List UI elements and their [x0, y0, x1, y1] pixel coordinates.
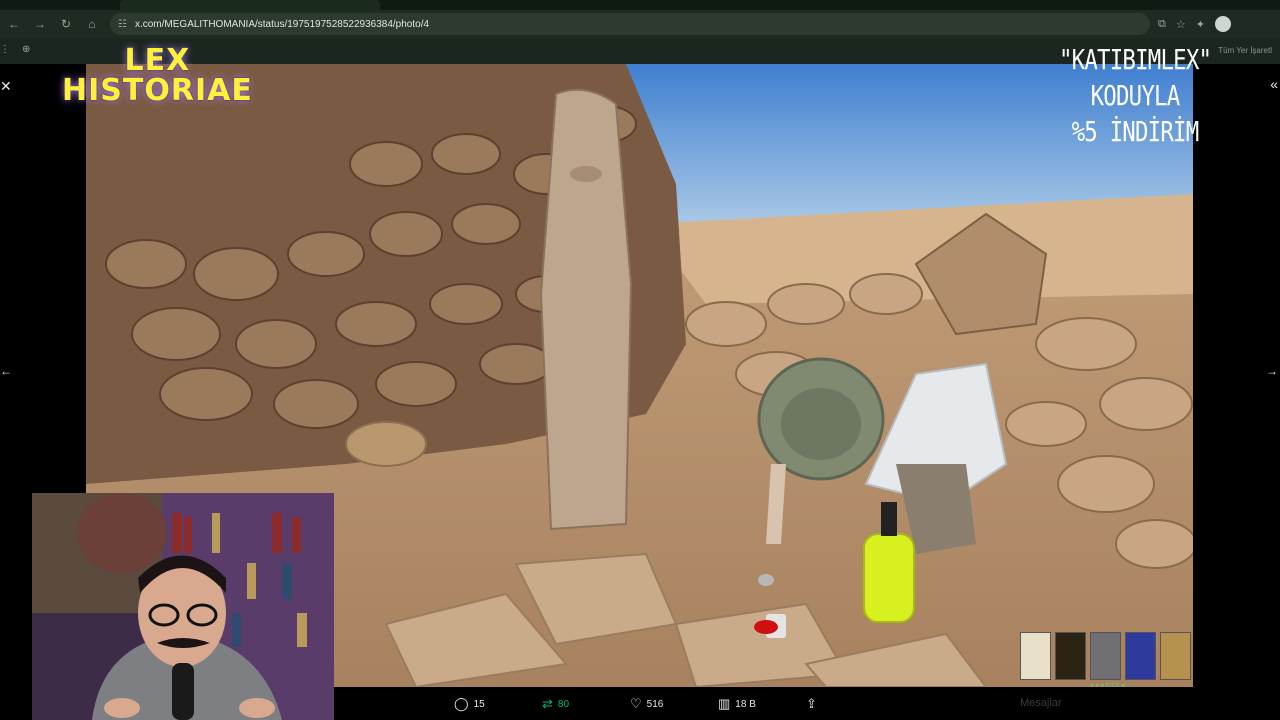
site-settings-icon[interactable]: ☷ [118, 19, 127, 30]
address-bar[interactable]: ☷ x.com/MEGALITHOMANIA/status/1975197528… [110, 13, 1150, 35]
repost-button[interactable]: ⇄ 80 [542, 696, 630, 712]
all-bookmarks-link[interactable]: Tüm Yer İşaretl [1218, 46, 1272, 55]
repost-icon: ⇄ [542, 696, 553, 711]
heart-icon: ♡ [630, 696, 642, 711]
book-caption: ● ● ● KICK ● [1090, 683, 1126, 689]
reply-button[interactable]: ◯ 15 [454, 696, 542, 712]
book-cover [1020, 632, 1051, 680]
bookmark-star-icon[interactable]: ☆ [1176, 18, 1186, 31]
logo-line-1: LEX [124, 43, 191, 78]
reload-icon[interactable]: ↻ [54, 12, 78, 36]
messages-label[interactable]: Mesajlar [1020, 697, 1062, 709]
next-photo-icon[interactable]: → [1266, 364, 1278, 378]
webcam-feed [32, 493, 334, 720]
book-cover [1160, 632, 1191, 680]
share-button[interactable]: ⇪ [806, 696, 894, 712]
book-cover [1125, 632, 1156, 680]
channel-logo: LEX HISTORIAE [62, 46, 253, 106]
browser-toolbar: ← → ↻ ⌂ ☷ x.com/MEGALITHOMANIA/status/19… [0, 10, 1280, 38]
screen: ← → ↻ ⌂ ☷ x.com/MEGALITHOMANIA/status/19… [0, 0, 1280, 720]
repost-count: 80 [557, 698, 570, 710]
apps-icon[interactable]: ⋮ [0, 44, 10, 55]
extensions-icon[interactable]: ✦ [1196, 18, 1205, 31]
promo-line-2: %5 İNDİRİM [1071, 115, 1200, 148]
reply-icon: ◯ [454, 696, 469, 711]
share-icon: ⇪ [806, 696, 817, 711]
home-icon[interactable]: ⌂ [80, 12, 104, 36]
forward-icon[interactable]: → [28, 12, 52, 36]
toolbar-right: ⧉ ☆ ✦ [1158, 16, 1231, 32]
like-button[interactable]: ♡ 516 [630, 696, 718, 712]
book-cover [1090, 632, 1121, 680]
collapse-sidebar-icon[interactable]: « [1270, 76, 1278, 92]
install-icon[interactable]: ⧉ [1158, 18, 1166, 31]
reply-count: 15 [473, 698, 485, 710]
webcam-illustration [32, 493, 334, 720]
profile-avatar[interactable] [1214, 16, 1231, 32]
back-icon[interactable]: ← [2, 12, 26, 36]
promo-text: "KATIBIMLEX" KODUYLA %5 İNDİRİM [1059, 42, 1212, 150]
active-tab[interactable] [120, 0, 380, 10]
promo-line-1: "KATIBIMLEX" KODUYLA [1059, 43, 1212, 112]
book-cover [1055, 632, 1086, 680]
views-button[interactable]: ▥ 18 B [718, 696, 806, 712]
tab-strip [0, 0, 1280, 10]
post-action-bar: ◯ 15 ⇄ 80 ♡ 516 ▥ 18 B ⇪ [334, 688, 1192, 720]
logo-line-2: HISTORIAE [62, 73, 253, 108]
analytics-icon: ▥ [718, 696, 731, 711]
like-count: 516 [646, 698, 664, 710]
book-thumbnails [1020, 632, 1191, 680]
bookmark-globe-icon[interactable]: ⊕ [22, 44, 30, 55]
url-text: x.com/MEGALITHOMANIA/status/197519752852… [134, 18, 430, 30]
close-icon[interactable]: ✕ [0, 78, 12, 95]
view-count: 18 B [735, 698, 756, 710]
previous-photo-icon[interactable]: ← [0, 364, 12, 378]
